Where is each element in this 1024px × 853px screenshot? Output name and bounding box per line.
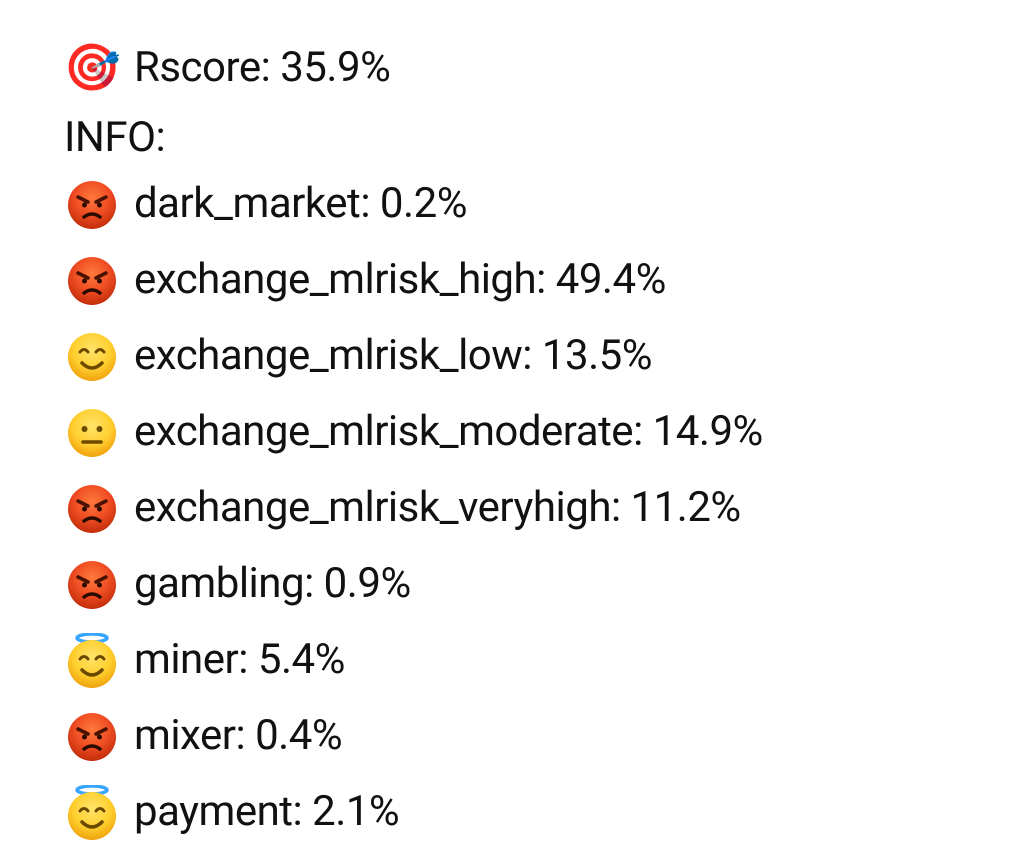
row-text: payment: 2.1% — [134, 786, 399, 839]
rscore-line: 🎯 Rscore: 35.9% — [64, 30, 960, 106]
row-name: exchange_mlrisk_low — [134, 331, 522, 380]
row-value: 49.4% — [556, 255, 666, 304]
row-exchange-mlrisk-low: exchange_mlrisk_low: 13.5% — [64, 319, 960, 395]
row-value: 2.1% — [312, 787, 399, 836]
row-exchange-mlrisk-moderate: exchange_mlrisk_moderate: 14.9% — [64, 395, 960, 471]
angel-icon — [64, 633, 120, 689]
target-icon: 🎯 — [64, 40, 120, 96]
row-text: mixer: 0.4% — [134, 710, 342, 763]
row-name: exchange_mlrisk_moderate — [134, 407, 633, 456]
row-value: 0.4% — [255, 711, 342, 760]
row-text: gambling: 0.9% — [134, 558, 411, 611]
row-value: 5.4% — [258, 635, 345, 684]
row-name: gambling — [134, 559, 304, 608]
row-exchange-mlrisk-high: exchange_mlrisk_high: 49.4% — [64, 243, 960, 319]
angry-icon — [64, 557, 120, 613]
row-miner: miner: 5.4% — [64, 623, 960, 699]
angry-icon — [64, 709, 120, 765]
smile-icon — [64, 329, 120, 385]
row-value: 11.2% — [631, 483, 741, 532]
angel-icon — [64, 785, 120, 841]
row-exchange-mlrisk-veryhigh: exchange_mlrisk_veryhigh: 11.2% — [64, 471, 960, 547]
risk-report: 🎯 Rscore: 35.9% INFO: dark_market: 0.2% … — [0, 0, 1024, 853]
angry-icon — [64, 177, 120, 233]
row-name: dark_market — [134, 179, 360, 228]
info-label: INFO: — [64, 106, 960, 167]
row-name: payment — [134, 787, 293, 836]
row-value: 0.2% — [380, 179, 467, 228]
row-value: 14.9% — [653, 407, 763, 456]
row-gambling: gambling: 0.9% — [64, 547, 960, 623]
rscore-value: 35.9% — [280, 43, 390, 92]
row-text: exchange_mlrisk_high: 49.4% — [134, 254, 666, 307]
rscore-text: Rscore: 35.9% — [134, 42, 390, 95]
row-name: exchange_mlrisk_veryhigh — [134, 483, 611, 532]
angry-icon — [64, 481, 120, 537]
row-text: exchange_mlrisk_veryhigh: 11.2% — [134, 482, 741, 535]
row-value: 0.9% — [324, 559, 411, 608]
row-text: exchange_mlrisk_low: 13.5% — [134, 330, 652, 383]
row-name: mixer — [134, 711, 235, 760]
row-value: 13.5% — [542, 331, 652, 380]
neutral-icon — [64, 405, 120, 461]
row-name: exchange_mlrisk_high — [134, 255, 536, 304]
row-payment: payment: 2.1% — [64, 775, 960, 851]
rscore-label: Rscore: — [134, 43, 270, 92]
row-text: miner: 5.4% — [134, 634, 345, 687]
row-dark-market: dark_market: 0.2% — [64, 167, 960, 243]
row-text: exchange_mlrisk_moderate: 14.9% — [134, 406, 763, 459]
row-name: miner — [134, 635, 238, 684]
angry-icon — [64, 253, 120, 309]
row-mixer: mixer: 0.4% — [64, 699, 960, 775]
row-text: dark_market: 0.2% — [134, 178, 467, 231]
